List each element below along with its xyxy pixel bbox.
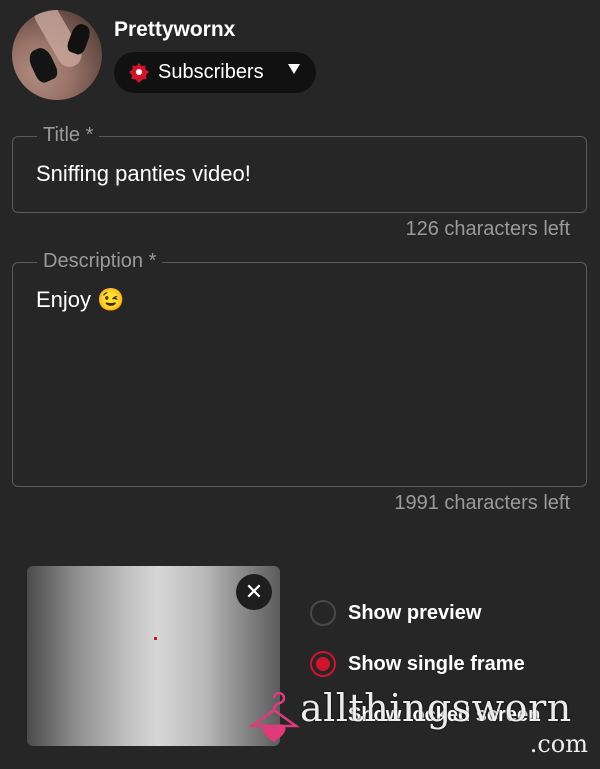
avatar[interactable] bbox=[12, 10, 102, 100]
title-field[interactable]: Title * Sniffing panties video! bbox=[12, 124, 587, 213]
hanger-heart-icon bbox=[248, 692, 300, 742]
chevron-down-icon bbox=[288, 64, 300, 74]
subscriber-badge-icon bbox=[129, 62, 149, 83]
radio-show-preview[interactable] bbox=[310, 600, 336, 626]
title-label: Title * bbox=[37, 124, 100, 147]
description-field[interactable]: Description * Enjoy 😉 bbox=[12, 250, 587, 487]
audience-label: Subscribers bbox=[158, 61, 264, 83]
option-label: Show single frame bbox=[348, 652, 525, 675]
audience-select[interactable]: Subscribers bbox=[114, 52, 316, 93]
username: Prettywornx bbox=[114, 18, 236, 41]
description-label: Description * bbox=[37, 250, 163, 273]
watermark-suffix: .com bbox=[529, 730, 588, 758]
option-show-preview[interactable]: Show preview bbox=[310, 598, 481, 628]
title-char-counter: 126 characters left bbox=[405, 218, 570, 240]
watermark: allthingsworn .com bbox=[244, 684, 600, 769]
option-show-single-frame[interactable]: Show single frame bbox=[310, 649, 525, 679]
description-input[interactable]: Enjoy 😉 bbox=[36, 287, 125, 313]
close-icon: ✕ bbox=[244, 579, 264, 604]
radio-show-single-frame[interactable] bbox=[310, 651, 336, 677]
watermark-text: allthingsworn bbox=[300, 686, 572, 730]
title-input[interactable]: Sniffing panties video! bbox=[36, 161, 251, 187]
description-char-counter: 1991 characters left bbox=[394, 492, 570, 514]
option-label: Show preview bbox=[348, 601, 482, 624]
remove-media-button[interactable]: ✕ bbox=[236, 574, 272, 610]
